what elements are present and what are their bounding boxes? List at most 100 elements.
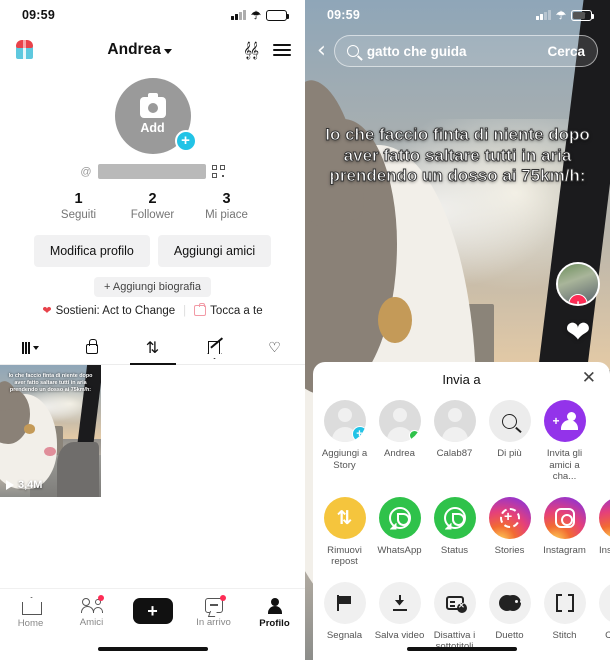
app-label: Instagram bbox=[543, 544, 586, 556]
profile-header: Andrea 𝄞𝄞 bbox=[0, 30, 305, 70]
app-whatsapp[interactable]: WhatsApp bbox=[372, 496, 427, 568]
search-icon bbox=[346, 45, 359, 57]
add-bio-button[interactable]: + Aggiungi biografia bbox=[94, 277, 211, 297]
action-label: Crea... bbox=[605, 629, 610, 641]
profile-tabs: ⇅ ♡ bbox=[0, 331, 305, 365]
nav-home[interactable]: Home bbox=[0, 598, 61, 629]
status-time: 09:59 bbox=[22, 8, 55, 22]
bottom-navigation: Home Amici + In arrivo Profilo bbox=[0, 588, 305, 660]
duet-icon bbox=[488, 581, 531, 624]
touch-link-label: Tocca a te bbox=[210, 304, 263, 317]
stat-likes[interactable]: 3 Mi piace bbox=[190, 191, 264, 221]
post-thumbnail[interactable]: Io che faccio finta di niente dopo aver … bbox=[0, 365, 101, 497]
recipient-add-story[interactable]: + Aggiungi a Story bbox=[317, 400, 372, 483]
follow-button[interactable]: + bbox=[568, 294, 588, 304]
action-label: Duetto bbox=[495, 629, 524, 641]
back-chevron-icon[interactable]: ‹ bbox=[317, 40, 326, 62]
nav-friends[interactable]: Amici bbox=[61, 595, 122, 628]
left-screen-profile: 09:59 ☂ 27 Andrea 𝄞𝄞 Add + @ 1 Seguiti 2… bbox=[0, 0, 305, 660]
inbox-icon bbox=[204, 595, 226, 613]
tab-reposts[interactable]: ⇅ bbox=[122, 331, 183, 364]
recipient-andrea[interactable]: Andrea bbox=[372, 400, 427, 483]
recipient-calab87[interactable]: Calab87 bbox=[427, 400, 482, 483]
username-row[interactable]: @ bbox=[0, 164, 305, 179]
footprints-icon[interactable]: 𝄞𝄞 bbox=[243, 41, 259, 59]
nav-profile[interactable]: Profilo bbox=[244, 598, 305, 629]
support-link-label: Sostieni: Act to Change bbox=[55, 304, 176, 317]
action-label: Salva video bbox=[374, 629, 425, 641]
nav-label: Amici bbox=[79, 617, 104, 628]
avatar-plus-badge[interactable]: + bbox=[174, 130, 197, 152]
stat-following[interactable]: 1 Seguiti bbox=[42, 191, 116, 221]
profile-name-dropdown[interactable]: Andrea bbox=[107, 41, 172, 59]
app-instagram-stories[interactable]: Stories bbox=[482, 496, 537, 568]
online-badge-icon bbox=[408, 430, 420, 441]
like-button[interactable]: ❤ bbox=[565, 318, 590, 348]
nav-create[interactable]: + bbox=[122, 598, 183, 624]
app-label: Inst... D... bbox=[598, 544, 610, 556]
stat-label: Seguiti bbox=[60, 209, 97, 221]
tab-private[interactable] bbox=[61, 331, 122, 364]
whatsapp-icon bbox=[378, 496, 421, 539]
edit-profile-button[interactable]: Modifica profilo bbox=[33, 235, 150, 267]
status-indicators: ☂ 27 bbox=[231, 9, 289, 22]
post-view-count: 3,4M bbox=[6, 479, 42, 491]
support-link[interactable]: ❤ Sostieni: Act to Change bbox=[42, 304, 176, 318]
flag-icon bbox=[323, 581, 366, 624]
nav-inbox[interactable]: In arrivo bbox=[183, 595, 244, 628]
at-symbol: @ bbox=[80, 165, 92, 178]
avatar-add-label: Add bbox=[140, 121, 165, 135]
right-screen-video: 09:59 ☂ 27 ‹ gatto che guida Cerca Io ch… bbox=[305, 0, 610, 660]
hamburger-menu-icon[interactable] bbox=[272, 44, 291, 56]
instagram-stories-icon bbox=[488, 496, 531, 539]
action-save-video[interactable]: Salva video bbox=[372, 581, 427, 653]
action-create-photo[interactable]: Crea... bbox=[592, 581, 610, 653]
recipient-label: Aggiungi a Story bbox=[321, 448, 368, 471]
gift-icon[interactable] bbox=[14, 39, 36, 61]
add-friends-button[interactable]: Aggiungi amici bbox=[157, 235, 272, 267]
close-icon[interactable]: ✕ bbox=[582, 370, 596, 387]
invite-friends-icon: + bbox=[543, 400, 586, 442]
download-icon bbox=[378, 581, 421, 624]
app-whatsapp-status[interactable]: Status bbox=[427, 496, 482, 568]
profile-avatar[interactable]: Add + bbox=[114, 78, 197, 154]
home-icon bbox=[21, 598, 42, 615]
lock-icon bbox=[85, 339, 98, 354]
contact-avatar bbox=[378, 400, 421, 442]
app-instagram-direct[interactable]: Inst... D... bbox=[592, 496, 610, 568]
touch-link[interactable]: Tocca a te bbox=[194, 303, 263, 317]
share-sheet-title: Invia a bbox=[442, 371, 481, 387]
action-duet[interactable]: Duetto bbox=[482, 581, 537, 653]
qr-code-icon[interactable] bbox=[211, 165, 225, 178]
grid-icon bbox=[22, 341, 39, 354]
status-bar-left: 09:59 ☂ 27 bbox=[0, 0, 305, 30]
search-submit-button[interactable]: Cerca bbox=[547, 44, 585, 59]
app-remove-repost[interactable]: ⇅ Rimuovi repost bbox=[317, 496, 372, 568]
action-report[interactable]: Segnala bbox=[317, 581, 372, 653]
avatar-section: Add + bbox=[0, 78, 305, 154]
profile-stats: 1 Seguiti 2 Follower 3 Mi piace bbox=[0, 191, 305, 221]
status-indicators: ☂ 27 bbox=[536, 9, 594, 22]
recipient-more[interactable]: Di più bbox=[482, 400, 537, 483]
action-captions-off[interactable]: Disattiva i sottotitoli bbox=[427, 581, 482, 653]
app-instagram[interactable]: Instagram bbox=[537, 496, 592, 568]
recipient-invite-friends[interactable]: + Invita gli amici a cha... bbox=[537, 400, 592, 483]
author-avatar[interactable]: + bbox=[556, 262, 600, 306]
profile-links: ❤ Sostieni: Act to Change | Tocca a te bbox=[0, 303, 305, 318]
tab-saved[interactable] bbox=[183, 331, 244, 364]
app-label: Stories bbox=[494, 544, 525, 556]
profile-icon bbox=[267, 598, 283, 614]
action-stitch[interactable]: Stitch bbox=[537, 581, 592, 653]
bookmark-off-icon bbox=[207, 337, 223, 354]
stat-label: Follower bbox=[130, 209, 175, 221]
status-time: 09:59 bbox=[327, 8, 360, 22]
stat-followers[interactable]: 2 Follower bbox=[116, 191, 190, 221]
search-input[interactable]: gatto che guida Cerca bbox=[333, 35, 598, 67]
chevron-down-icon bbox=[163, 48, 172, 54]
view-count-label: 3,4M bbox=[18, 479, 43, 491]
recipient-label: Invita gli amici a cha... bbox=[546, 448, 583, 482]
tab-grid-sort[interactable] bbox=[0, 331, 61, 364]
create-photo-icon bbox=[598, 581, 610, 624]
tab-liked[interactable]: ♡ bbox=[244, 331, 305, 364]
share-sheet: Invia a ✕ + Aggiungi a Story Andrea Cala… bbox=[313, 362, 610, 660]
